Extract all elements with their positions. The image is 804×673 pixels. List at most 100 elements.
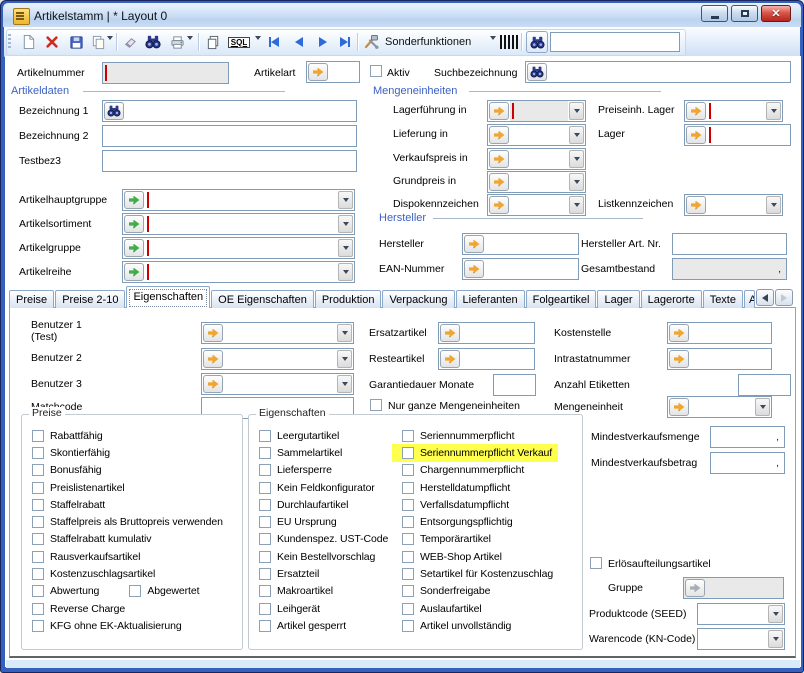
dropdown-button[interactable] [337,350,352,368]
dropdown-button[interactable] [755,398,770,416]
maximize-button[interactable] [731,5,758,22]
benutzer2-field[interactable] [224,349,336,369]
tab[interactable]: OE Eigenschaften [211,290,314,308]
checkbox[interactable] [402,533,414,545]
delete-button[interactable] [42,33,62,51]
lookup-arrow-button[interactable] [440,324,460,342]
lookup-arrow-button[interactable] [669,324,689,342]
lookup-arrow-button[interactable] [669,398,689,416]
checkbox[interactable] [32,533,44,545]
tab[interactable]: Lieferanten [456,290,525,308]
tab[interactable]: Eigenschaften [126,286,210,308]
tab[interactable]: Texte [703,290,743,308]
erase-button[interactable] [120,33,140,51]
checkbox[interactable] [32,551,44,563]
artikelgruppe-field[interactable] [145,238,337,258]
lager-field[interactable] [707,125,790,145]
artikelhauptgruppe-field[interactable] [145,190,337,210]
checkbox[interactable] [259,516,271,528]
checkbox[interactable] [402,482,414,494]
kostenstelle-field[interactable] [690,323,771,343]
dispokennzeichen-field[interactable] [510,195,568,215]
checkbox[interactable] [32,447,44,459]
lieferung-field[interactable] [510,125,568,145]
benutzer1-field[interactable] [224,323,336,343]
dropdown-button[interactable] [338,215,353,233]
dropdown-button[interactable] [337,324,352,342]
dropdown-button[interactable] [338,263,353,281]
benutzer3-field[interactable] [224,374,336,394]
checkbox[interactable] [259,568,271,580]
checkbox[interactable] [402,603,414,615]
save-button[interactable] [66,33,86,51]
new-button[interactable] [18,33,38,51]
hersteller-artnr-field[interactable] [672,233,787,255]
lookup-arrow-button[interactable] [440,350,460,368]
lookup-arrow-button[interactable] [489,150,509,168]
previous-record-button[interactable] [289,33,309,51]
quick-search-button[interactable] [526,31,548,53]
close-button[interactable]: ✕ [761,5,791,22]
tab-scroll-left-button[interactable] [756,289,774,306]
warencode-kn-field[interactable] [698,629,767,649]
sonderfunktionen-label[interactable]: Sonderfunktionen [385,36,471,48]
checkbox[interactable] [129,585,141,597]
sql-button[interactable]: SQL [225,33,253,51]
search-lookup-button[interactable] [527,63,547,81]
lookup-arrow-button[interactable] [203,350,223,368]
mindestverkaufsmenge-field[interactable]: , [710,426,785,448]
title-bar[interactable]: Artikelstamm | * Layout 0 [3,3,801,27]
checkbox[interactable] [32,516,44,528]
artikelsortiment-field[interactable] [145,214,337,234]
lookup-arrow-button[interactable] [203,375,223,393]
lookup-arrow-button[interactable] [203,324,223,342]
checkbox[interactable] [32,499,44,511]
tab[interactable]: A [744,290,755,308]
testbez3-field[interactable] [102,150,357,172]
lookup-arrow-button[interactable] [686,196,706,214]
tab[interactable]: Produktion [315,290,382,308]
artikelreihe-field[interactable] [145,262,337,282]
dropdown-button[interactable] [569,150,584,168]
ersatzartikel-field[interactable] [461,323,534,343]
checkbox[interactable] [402,620,414,632]
lookup-arrow-button[interactable] [489,126,509,144]
resteartikel-field[interactable] [461,349,534,369]
copy-pages-button[interactable] [203,33,223,51]
checkbox[interactable] [259,482,271,494]
lookup-arrow-button[interactable] [489,173,509,191]
checkbox[interactable] [402,551,414,563]
checkbox[interactable] [259,585,271,597]
checkbox[interactable] [402,585,414,597]
artikelnummer-field[interactable] [102,62,229,84]
suchbezeichnung-field[interactable] [548,62,790,82]
hersteller-field[interactable] [485,234,578,254]
produktcode-seed-field[interactable] [698,604,767,624]
verkaufspreis-field[interactable] [510,149,568,169]
dropdown-button[interactable] [569,196,584,214]
dropdown-button[interactable] [768,630,783,648]
erloesaufteilungsartikel-checkbox[interactable] [590,557,602,569]
dropdown-button[interactable] [766,102,781,120]
tab[interactable]: Lagerorte [641,290,702,308]
garantiedauer-field[interactable] [493,374,536,396]
tab[interactable]: Verpackung [382,290,454,308]
mindestverkaufsbetrag-field[interactable]: , [710,452,785,474]
ean-field[interactable] [485,259,578,279]
checkbox[interactable] [259,603,271,615]
special-functions-button[interactable] [361,33,381,51]
lookup-arrow-button[interactable] [308,63,328,81]
nur-ganze-mengeneinheiten-checkbox[interactable] [370,399,382,411]
checkbox[interactable] [402,464,414,476]
listkennzeichen-field[interactable] [707,195,765,215]
checkbox[interactable] [402,447,414,459]
last-record-button[interactable] [335,33,355,51]
tab-scroll-right-button[interactable] [775,289,793,306]
lookup-arrow-button[interactable] [124,239,144,257]
aktiv-checkbox[interactable] [370,65,382,77]
dropdown-button[interactable] [569,173,584,191]
checkbox[interactable] [402,568,414,580]
lagerfuehrung-field[interactable] [510,101,568,121]
dropdown-button[interactable] [338,239,353,257]
first-record-button[interactable] [264,33,284,51]
